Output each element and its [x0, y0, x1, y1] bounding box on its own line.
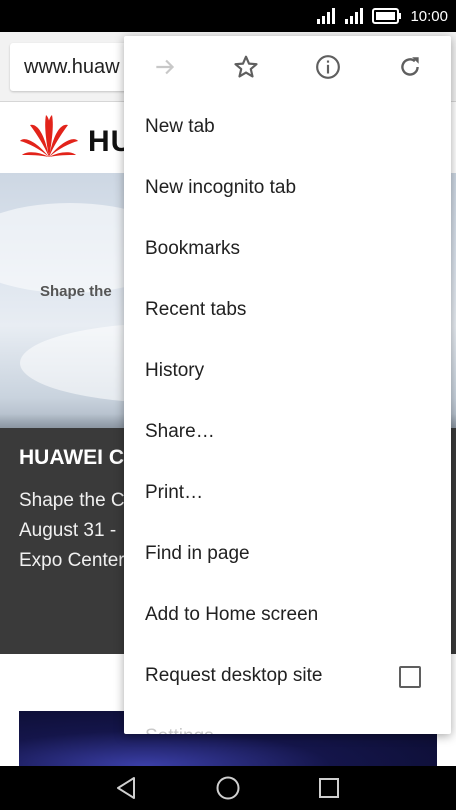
url-text[interactable]: www.huaw	[24, 56, 120, 79]
menu-item-label: Settings	[145, 726, 214, 734]
menu-item-label: Find in page	[145, 543, 250, 564]
huawei-logo[interactable]	[18, 111, 80, 161]
menu-item-label: Request desktop site	[145, 665, 323, 686]
hero-text: Shape the	[40, 283, 112, 300]
panel-title: HUAWEI C	[19, 446, 124, 469]
battery-icon	[372, 8, 402, 24]
menu-item-label: New tab	[145, 116, 215, 137]
menu-item-add-to-home-screen[interactable]: Add to Home screen	[124, 585, 451, 646]
menu-item-settings[interactable]: Settings	[124, 707, 451, 734]
panel-line: August 31 -	[19, 520, 117, 541]
menu-item-request-desktop-site[interactable]: Request desktop site	[124, 646, 451, 707]
menu-item-new-incognito-tab[interactable]: New incognito tab	[124, 158, 451, 219]
recents-icon[interactable]	[316, 775, 342, 801]
back-icon[interactable]	[114, 775, 140, 801]
status-icons: 10:00	[316, 6, 448, 26]
menu-item-history[interactable]: History	[124, 341, 451, 402]
status-time: 10:00	[410, 7, 448, 25]
navigation-bar	[0, 766, 456, 810]
menu-item-label: New incognito tab	[145, 177, 297, 198]
menu-item-print[interactable]: Print…	[124, 463, 451, 524]
menu-item-share[interactable]: Share…	[124, 402, 451, 463]
menu-item-find-in-page[interactable]: Find in page	[124, 524, 451, 585]
star-icon[interactable]	[231, 52, 261, 82]
menu-item-label: Bookmarks	[145, 238, 241, 259]
menu-item-label: History	[145, 360, 205, 381]
menu-icon-row	[124, 36, 451, 98]
status-bar: 10:00	[0, 0, 456, 32]
panel-line: Shape the C	[19, 490, 125, 511]
panel-line: Expo Center,	[19, 550, 129, 571]
signal-icon	[345, 8, 364, 24]
request-desktop-site-checkbox[interactable]	[399, 666, 421, 688]
info-icon[interactable]	[313, 52, 343, 82]
menu-item-label: Print…	[145, 482, 204, 503]
signal-icon	[317, 8, 336, 24]
menu-item-label: Add to Home screen	[145, 604, 319, 625]
menu-item-recent-tabs[interactable]: Recent tabs	[124, 280, 451, 341]
menu-item-bookmarks[interactable]: Bookmarks	[124, 219, 451, 280]
browser-overflow-menu: New tab New incognito tab Bookmarks Rece…	[124, 36, 451, 734]
home-icon[interactable]	[215, 775, 241, 801]
menu-item-label: Recent tabs	[145, 299, 247, 320]
menu-item-label: Share…	[145, 421, 215, 442]
menu-item-new-tab[interactable]: New tab	[124, 97, 451, 158]
refresh-icon[interactable]	[395, 52, 425, 82]
forward-arrow-icon[interactable]	[150, 52, 180, 82]
